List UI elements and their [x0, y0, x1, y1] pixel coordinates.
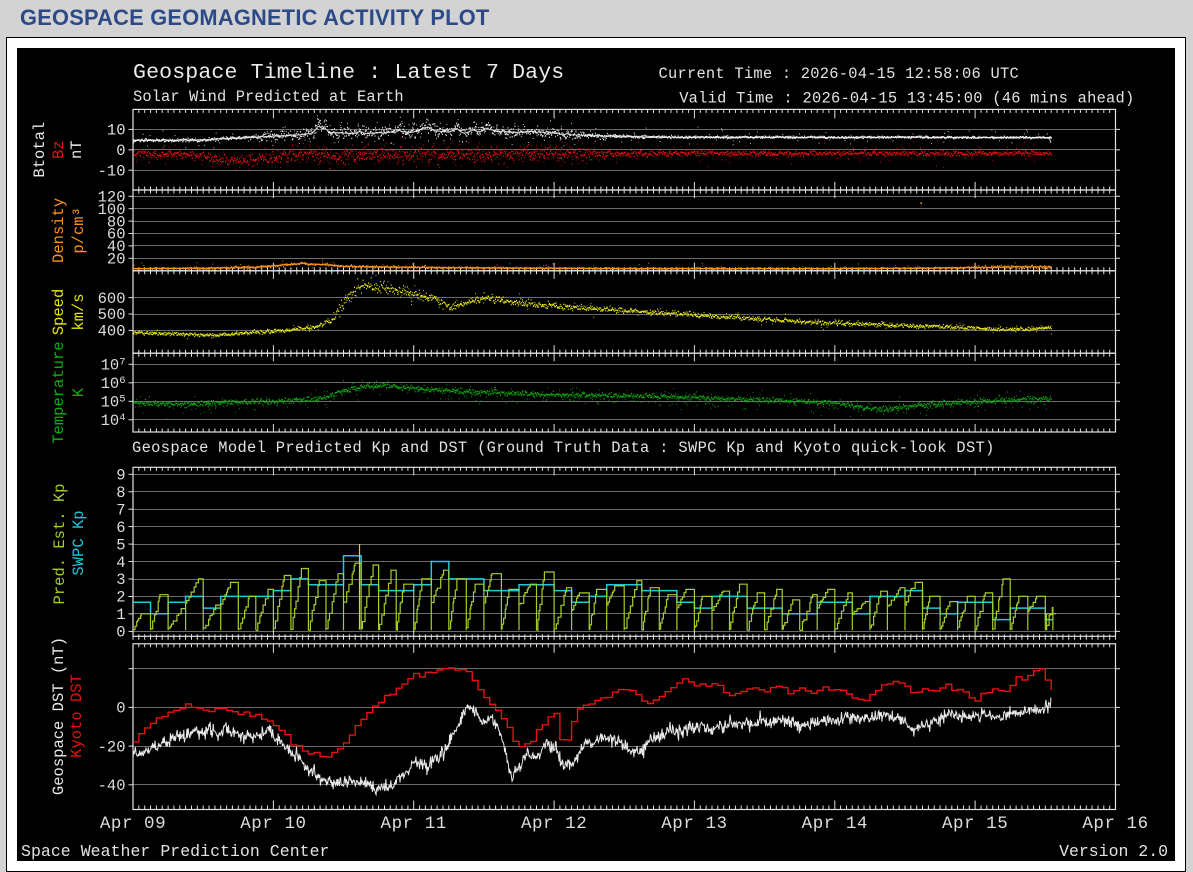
svg-text:Kyoto DST: Kyoto DST [68, 674, 86, 758]
svg-text:-10: -10 [98, 162, 126, 180]
svg-text:Apr 10: Apr 10 [240, 814, 306, 834]
svg-text:10: 10 [107, 122, 126, 140]
svg-text:Apr 16: Apr 16 [1082, 814, 1148, 834]
svg-text:107: 107 [101, 357, 126, 375]
svg-text:Current Time : 2026-04-15 12:5: Current Time : 2026-04-15 12:58:06 UTC [659, 65, 1019, 83]
svg-text:7: 7 [116, 501, 125, 519]
svg-text:-20: -20 [98, 738, 126, 756]
svg-text:Apr 09: Apr 09 [100, 814, 166, 834]
svg-text:Solar Wind Predicted at Earth: Solar Wind Predicted at Earth [133, 88, 404, 106]
svg-text:400: 400 [98, 323, 126, 341]
svg-text:km/s: km/s [70, 293, 88, 330]
svg-text:1: 1 [116, 606, 125, 624]
svg-text:K: K [70, 387, 88, 397]
svg-text:106: 106 [101, 375, 126, 393]
svg-text:0: 0 [116, 700, 125, 718]
svg-text:5: 5 [116, 536, 125, 554]
svg-text:Geospace Timeline : Latest 7 D: Geospace Timeline : Latest 7 Days [133, 61, 564, 85]
svg-text:4: 4 [116, 554, 125, 572]
svg-text:0: 0 [116, 624, 125, 642]
svg-text:Valid Time : 2026-04-15 13:45:: Valid Time : 2026-04-15 13:45:00 (46 min… [679, 90, 1134, 108]
svg-text:600: 600 [98, 290, 126, 308]
svg-text:8: 8 [116, 484, 125, 502]
svg-text:Space Weather Prediction Cente: Space Weather Prediction Center [21, 842, 330, 861]
svg-text:2: 2 [116, 589, 125, 607]
svg-text:Pred. Est. Kp: Pred. Est. Kp [51, 484, 69, 605]
svg-text:20: 20 [107, 251, 126, 269]
svg-text:0: 0 [116, 142, 125, 160]
svg-text:nT: nT [68, 140, 86, 159]
svg-text:Apr 15: Apr 15 [942, 814, 1008, 834]
svg-text:Version 2.0: Version 2.0 [1059, 842, 1168, 861]
svg-text:Apr 13: Apr 13 [661, 814, 727, 834]
svg-text:6: 6 [116, 519, 125, 537]
svg-text:Apr 14: Apr 14 [802, 814, 868, 834]
svg-text:Geospace DST (nT): Geospace DST (nT) [50, 637, 68, 795]
svg-text:-40: -40 [98, 777, 126, 795]
svg-text:Btotal: Btotal [31, 122, 49, 178]
svg-text:p/cm³: p/cm³ [70, 207, 88, 254]
svg-text:9: 9 [116, 467, 125, 485]
svg-text:SWPC Kp: SWPC Kp [70, 510, 88, 575]
svg-text:Speed: Speed [50, 289, 68, 336]
svg-text:Apr 11: Apr 11 [381, 814, 447, 834]
svg-text:3: 3 [116, 571, 125, 589]
svg-text:Bz: Bz [50, 140, 68, 159]
svg-text:500: 500 [98, 306, 126, 324]
svg-text:104: 104 [101, 412, 126, 430]
svg-text:105: 105 [101, 394, 126, 412]
svg-text:Temperature: Temperature [50, 341, 68, 443]
svg-text:Geospace Model Predicted Kp an: Geospace Model Predicted Kp and DST (Gro… [132, 439, 995, 457]
svg-text:Density: Density [50, 198, 68, 263]
svg-text:Apr 12: Apr 12 [521, 814, 587, 834]
